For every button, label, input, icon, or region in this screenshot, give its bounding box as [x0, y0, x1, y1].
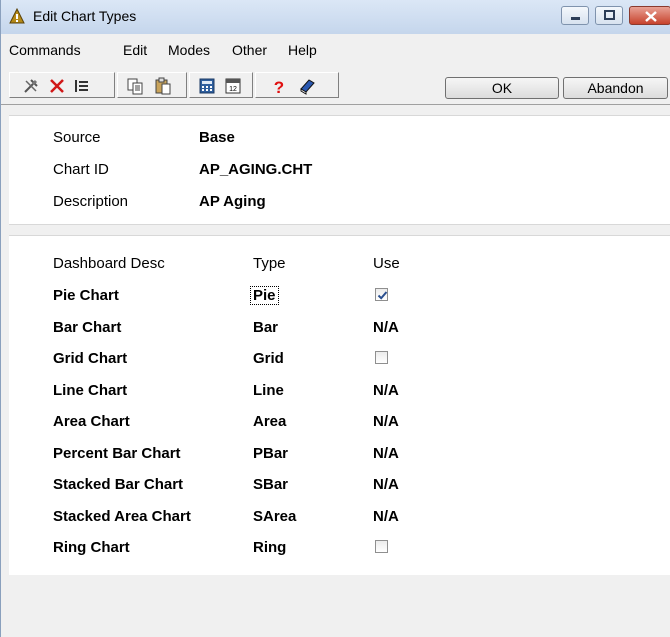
use-cell: N/A — [373, 318, 399, 336]
chart-id-label: Chart ID — [53, 161, 109, 178]
list-icon[interactable] — [72, 77, 90, 95]
table-row[interactable]: Line Chart Line N/A — [9, 382, 670, 414]
table-row[interactable]: Ring Chart Ring — [9, 539, 670, 571]
maximize-button[interactable] — [595, 6, 623, 25]
column-header-use: Use — [373, 255, 400, 272]
dashboard-desc-cell[interactable]: Area Chart — [53, 413, 130, 430]
delete-icon[interactable] — [48, 77, 66, 95]
table-row[interactable]: Area Chart Area N/A — [9, 413, 670, 445]
dashboard-desc-cell[interactable]: Ring Chart — [53, 539, 130, 556]
app-icon — [9, 7, 25, 24]
toolbar-group-tools: 12 — [189, 72, 253, 98]
menu-bar: Commands Edit Modes Other Help — [1, 34, 670, 65]
calculator-icon[interactable] — [198, 77, 216, 95]
type-cell[interactable]: PBar — [253, 445, 288, 462]
svg-text:?: ? — [274, 78, 284, 95]
type-cell[interactable]: SBar — [253, 476, 288, 493]
dashboard-desc-cell[interactable]: Bar Chart — [53, 319, 121, 336]
use-cell: N/A — [373, 507, 399, 525]
use-cell: N/A — [373, 381, 399, 399]
type-cell[interactable]: Grid — [253, 350, 284, 367]
menu-help[interactable]: Help — [288, 42, 317, 58]
type-cell[interactable]: Bar — [253, 319, 278, 336]
toolbar-group-edit — [9, 72, 115, 98]
use-cell: N/A — [373, 413, 399, 430]
dashboard-desc-cell[interactable]: Percent Bar Chart — [53, 445, 181, 462]
dashboard-desc-cell[interactable]: Stacked Area Chart — [53, 508, 191, 525]
menu-modes[interactable]: Modes — [168, 42, 210, 58]
type-cell[interactable]: Line — [253, 382, 284, 399]
source-label: Source — [53, 129, 101, 146]
use-checkbox[interactable] — [375, 351, 388, 364]
edit-chart-types-window: Edit Chart Types Commands Edit Modes Oth… — [0, 0, 670, 637]
help-icon[interactable]: ? — [270, 77, 288, 97]
column-header-type: Type — [253, 255, 286, 272]
svg-text:12: 12 — [229, 86, 237, 93]
tools-icon[interactable] — [22, 77, 40, 95]
ok-button[interactable]: OK — [445, 77, 559, 99]
source-value: Base — [199, 129, 235, 146]
type-cell[interactable]: SArea — [253, 508, 296, 525]
chart-types-grid: Dashboard Desc Type Use Pie Chart Pie Bar … — [9, 235, 670, 576]
table-row[interactable]: Percent Bar Chart PBar N/A — [9, 445, 670, 477]
dashboard-desc-cell[interactable]: Stacked Bar Chart — [53, 476, 183, 493]
dashboard-desc-cell[interactable]: Pie Chart — [53, 287, 119, 304]
description-label: Description — [53, 193, 129, 210]
menu-other[interactable]: Other — [232, 42, 267, 58]
use-cell: N/A — [373, 476, 399, 493]
table-row[interactable]: Pie Chart Pie — [9, 286, 670, 319]
type-cell[interactable]: Pie — [250, 286, 279, 305]
calendar-icon[interactable]: 12 — [224, 77, 242, 95]
close-button[interactable] — [629, 6, 670, 25]
minimize-button[interactable] — [561, 6, 589, 25]
use-checkbox[interactable] — [375, 288, 388, 301]
toolbar: 12 ? OK Abandon — [1, 64, 670, 105]
chart-info-panel: Source Base Chart ID AP_AGING.CHT Descri… — [9, 115, 670, 225]
use-checkbox[interactable] — [375, 540, 388, 553]
table-row[interactable]: Stacked Bar Chart SBar N/A — [9, 476, 670, 508]
menu-commands[interactable]: Commands — [9, 42, 81, 58]
table-row[interactable]: Stacked Area Chart SArea N/A — [9, 508, 670, 540]
menu-edit[interactable]: Edit — [123, 42, 147, 58]
chart-id-value: AP_AGING.CHT — [199, 161, 313, 178]
copy-icon[interactable] — [126, 77, 144, 95]
type-cell[interactable]: Area — [253, 413, 286, 430]
table-row[interactable]: Bar Chart Bar N/A — [9, 319, 670, 351]
abandon-button[interactable]: Abandon — [563, 77, 668, 99]
status-area — [9, 575, 670, 637]
title-bar[interactable]: Edit Chart Types — [1, 0, 670, 35]
use-cell: N/A — [373, 444, 399, 462]
paste-icon[interactable] — [154, 77, 172, 95]
description-value: AP Aging — [199, 193, 266, 210]
toolbar-group-clipboard — [117, 72, 187, 98]
window-title: Edit Chart Types — [33, 8, 137, 24]
book-icon[interactable] — [298, 77, 316, 95]
column-header-desc: Dashboard Desc — [53, 255, 165, 272]
table-row[interactable]: Grid Chart Grid — [9, 350, 670, 382]
type-cell[interactable]: Ring — [253, 539, 286, 556]
dashboard-desc-cell[interactable]: Grid Chart — [53, 350, 127, 367]
toolbar-group-help: ? — [255, 72, 339, 98]
dashboard-desc-cell[interactable]: Line Chart — [53, 382, 127, 399]
